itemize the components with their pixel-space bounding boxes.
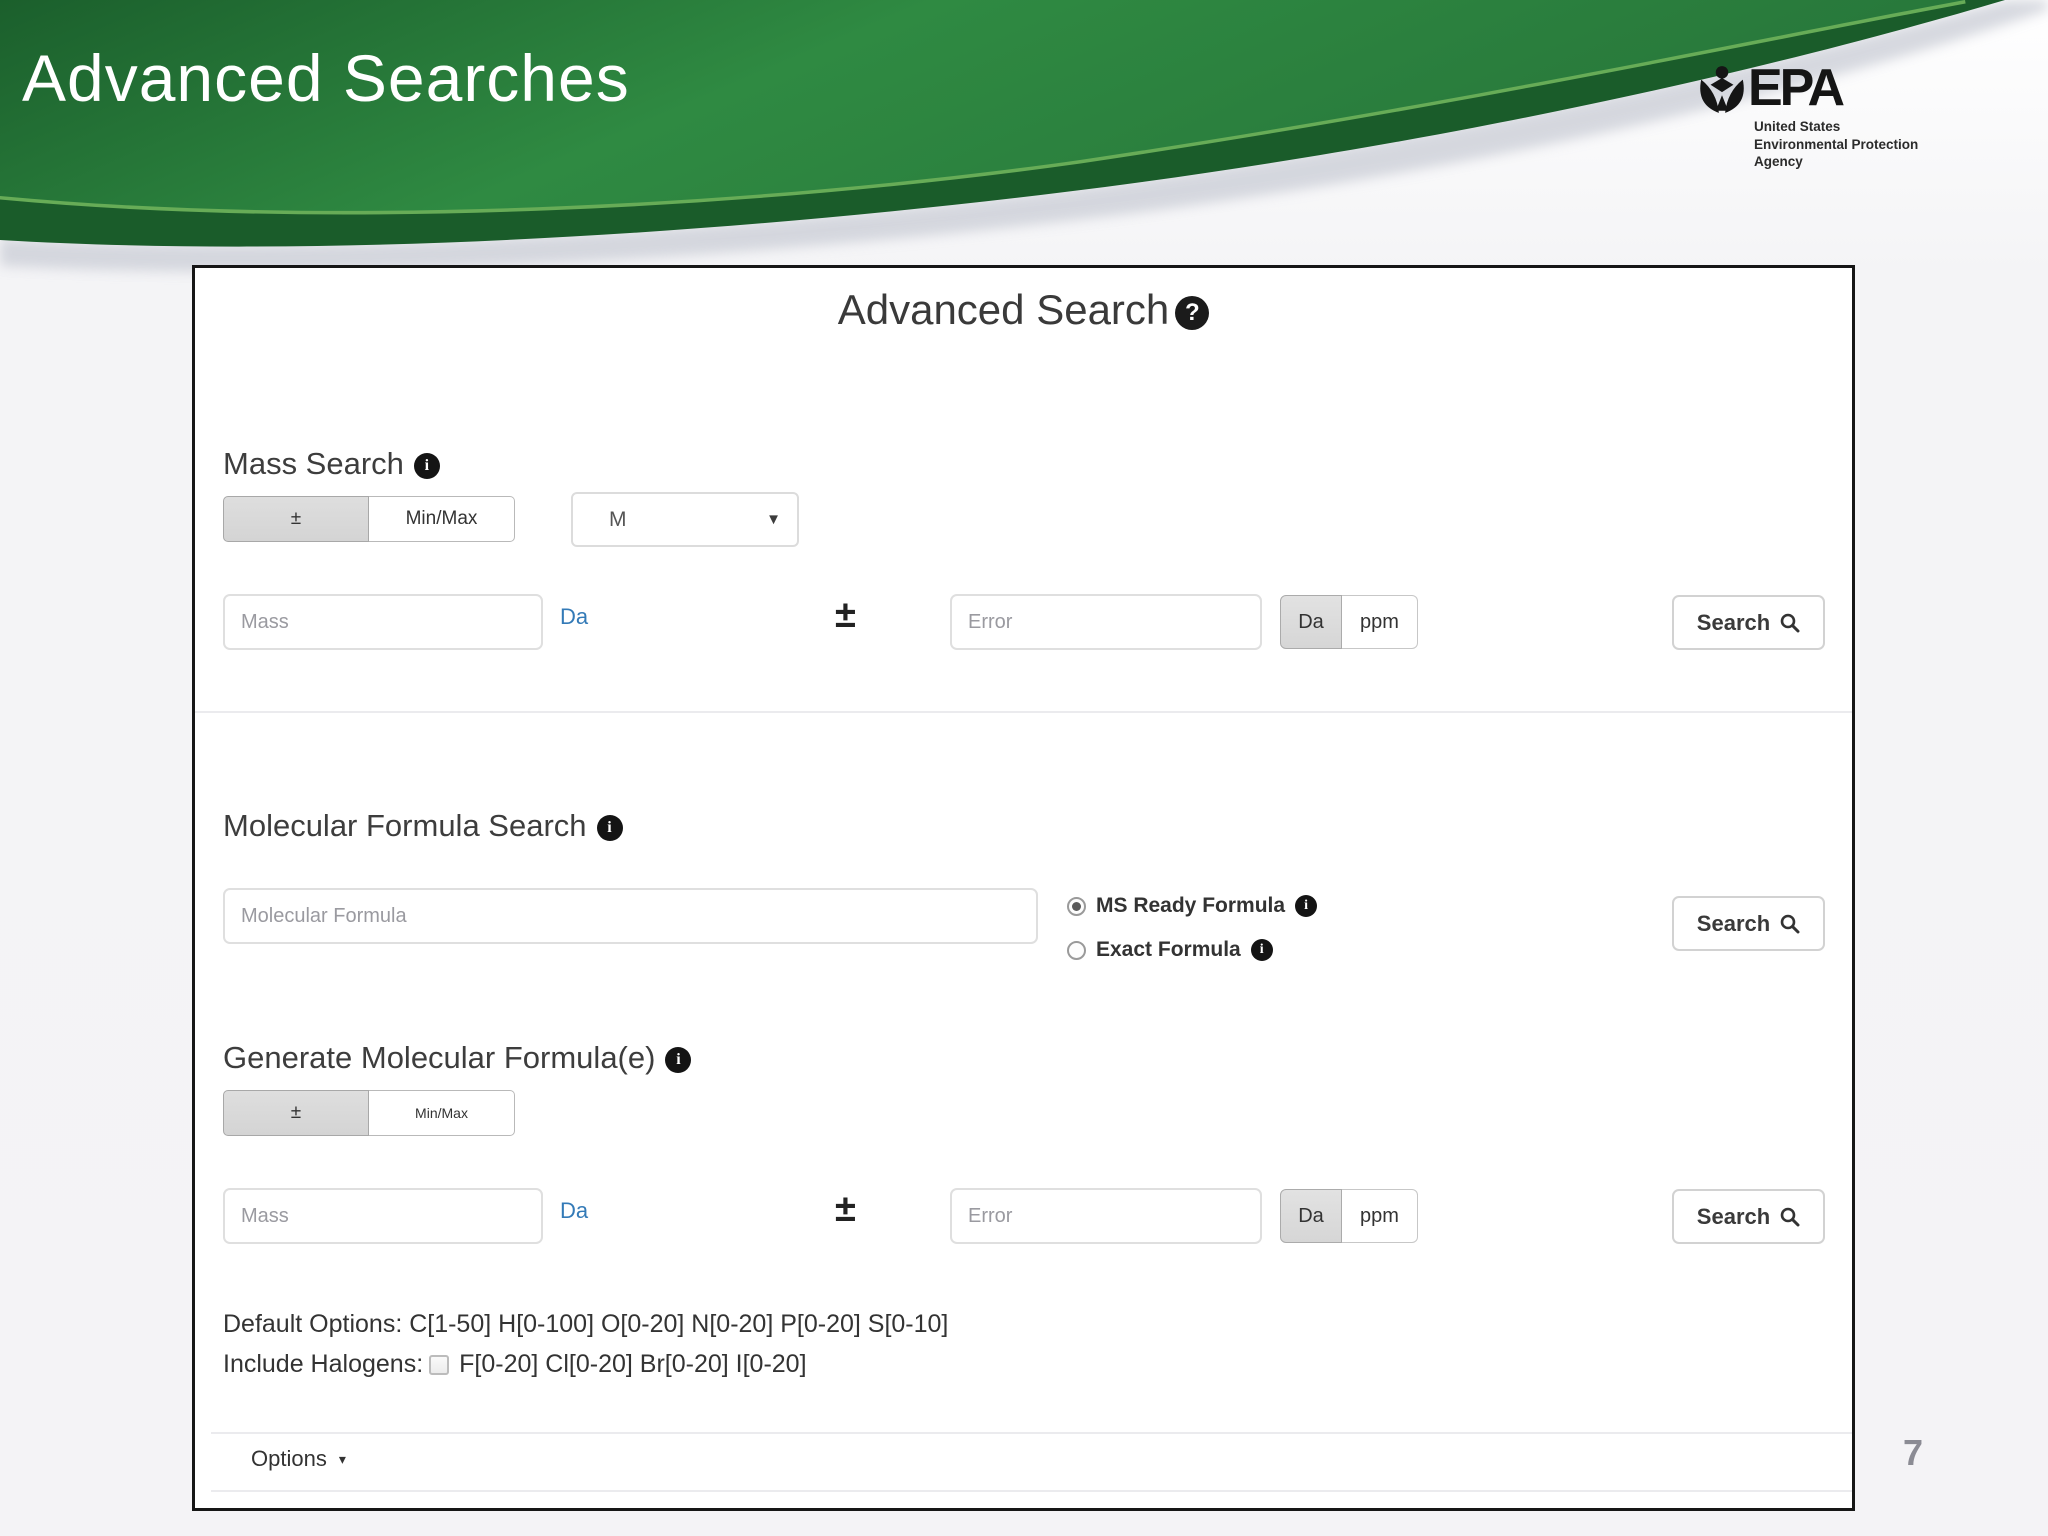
search-icon (1780, 914, 1800, 934)
plus-minus-symbol: ± (835, 1188, 856, 1230)
generate-search-button-label: Search (1696, 1203, 1771, 1229)
mass-minmax-toggle-button[interactable]: Min/Max (369, 496, 515, 542)
mass-type-dropdown-value: M (609, 507, 627, 531)
epa-logo: EPA United States Environmental Protecti… (1696, 59, 1919, 171)
mass-da-unit-label: Da (560, 604, 589, 629)
info-icon[interactable]: i (665, 1047, 692, 1073)
info-icon[interactable]: i (1250, 939, 1273, 961)
slide-title: Advanced Searches (22, 41, 630, 115)
mass-search-heading: Mass Search i (223, 446, 440, 482)
mass-search-heading-label: Mass Search (223, 446, 404, 481)
exact-formula-radio[interactable] (1067, 940, 1086, 960)
generate-pm-toggle-button[interactable]: ± (223, 1090, 369, 1136)
ms-ready-formula-radio-row[interactable]: MS Ready Formula i (1067, 894, 1318, 918)
mass-search-button-label: Search (1696, 609, 1771, 635)
chevron-down-icon: ▼ (766, 511, 781, 528)
info-icon[interactable]: i (596, 815, 623, 841)
generate-error-input[interactable] (950, 1188, 1262, 1244)
options-label: Options (251, 1446, 327, 1471)
error-unit-toggle: Da ppm (1280, 595, 1418, 649)
chevron-down-icon: ▾ (338, 1450, 346, 1467)
formula-search-button-label: Search (1696, 910, 1771, 936)
exact-formula-radio-row[interactable]: Exact Formula i (1067, 938, 1273, 962)
formula-search-heading-label: Molecular Formula Search (223, 808, 587, 843)
mass-pm-toggle-button[interactable]: ± (223, 496, 369, 542)
ms-ready-radio[interactable] (1067, 896, 1086, 916)
ms-ready-radio-label: MS Ready Formula (1096, 894, 1286, 917)
generate-mass-input[interactable] (223, 1188, 543, 1244)
mass-input[interactable] (223, 594, 543, 650)
epa-line1: United States (1754, 119, 1841, 134)
generate-da-unit-label: Da (560, 1198, 589, 1223)
search-icon (1780, 1207, 1800, 1227)
include-halogens-row: Include Halogens: F[0-20] Cl[0-20] Br[0-2… (223, 1350, 807, 1379)
epa-acronym: EPA (1748, 59, 1845, 117)
unit-da-button[interactable]: Da (1280, 595, 1342, 649)
options-divider-bottom (211, 1490, 1852, 1492)
slide-page-number: 7 (1903, 1432, 1924, 1473)
help-icon[interactable]: ? (1175, 296, 1210, 330)
epa-line2: Environmental Protection (1754, 136, 1919, 152)
section-divider (195, 711, 1852, 713)
generate-formula-heading: Generate Molecular Formula(e) i (223, 1040, 692, 1076)
epa-flower-icon (1700, 66, 1744, 113)
generate-formula-heading-label: Generate Molecular Formula(e) (223, 1040, 656, 1075)
options-expander[interactable]: Options ▾ (251, 1446, 346, 1472)
generate-unit-da-button[interactable]: Da (1280, 1189, 1342, 1243)
molecular-formula-input[interactable] (223, 888, 1038, 944)
mass-mode-toggle: ± Min/Max (223, 496, 515, 542)
plus-minus-symbol: ± (835, 594, 856, 636)
generate-search-button[interactable]: Search (1672, 1189, 1825, 1244)
include-halogens-label: Include Halogens: (223, 1350, 424, 1378)
error-input[interactable] (950, 594, 1262, 650)
default-options-text: Default Options: C[1-50] H[0-100] O[0-20… (223, 1310, 949, 1338)
halogens-text: F[0-20] Cl[0-20] Br[0-20] I[0-20] (459, 1350, 807, 1378)
search-icon (1780, 613, 1800, 633)
options-divider-top (211, 1432, 1852, 1434)
generate-mode-toggle: ± Min/Max (223, 1090, 515, 1136)
generate-error-unit-toggle: Da ppm (1280, 1189, 1418, 1243)
exact-formula-radio-label: Exact Formula (1096, 938, 1241, 961)
mass-search-button[interactable]: Search (1672, 595, 1825, 650)
unit-ppm-button[interactable]: ppm (1342, 595, 1418, 649)
generate-minmax-toggle-button[interactable]: Min/Max (369, 1090, 515, 1136)
include-halogens-checkbox[interactable] (429, 1355, 450, 1375)
formula-search-heading: Molecular Formula Search i (223, 808, 623, 844)
epa-line3: Agency (1754, 154, 1803, 170)
generate-unit-ppm-button[interactable]: ppm (1342, 1189, 1418, 1243)
formula-search-button[interactable]: Search (1672, 896, 1825, 951)
mass-type-dropdown[interactable]: M ▼ (571, 492, 799, 547)
info-icon[interactable]: i (1295, 895, 1318, 917)
page-title: Advanced Search (837, 286, 1170, 333)
advanced-search-panel: Advanced Search ? Mass Search i ± Min/Ma… (192, 265, 1855, 1511)
info-icon[interactable]: i (413, 453, 440, 479)
